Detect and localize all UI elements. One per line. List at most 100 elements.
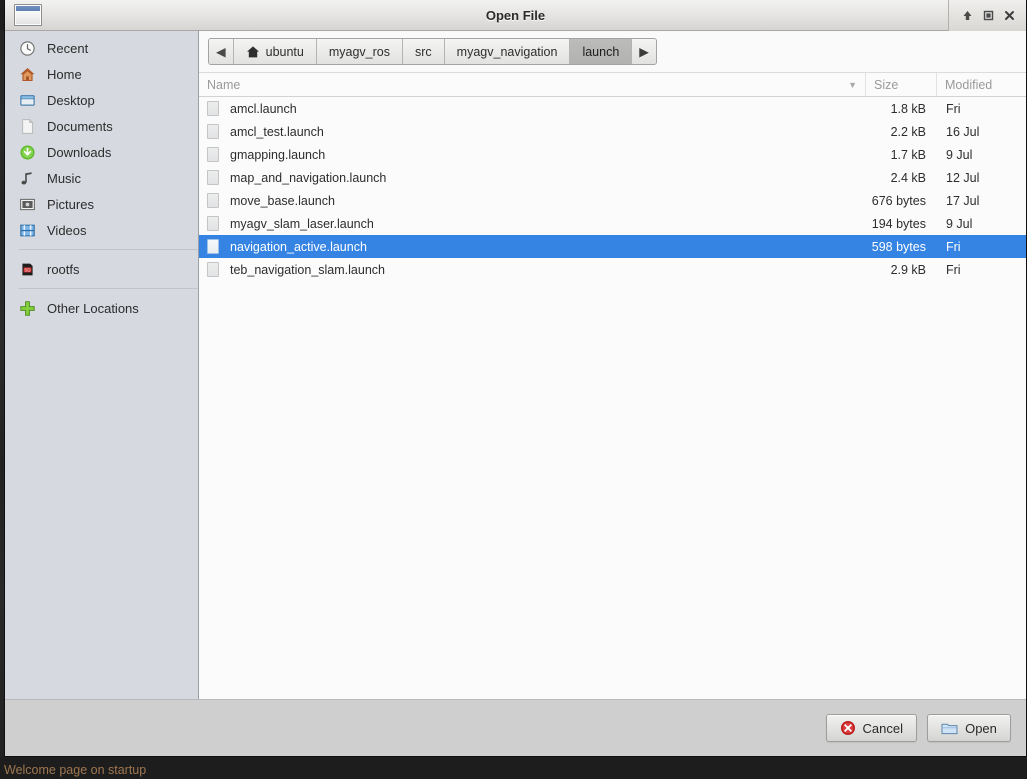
column-header-name[interactable]: Name ▼ bbox=[199, 73, 865, 96]
file-modified-cell: Fri bbox=[946, 101, 961, 116]
file-size-cell: 1.8 kB bbox=[890, 101, 926, 116]
clock-icon bbox=[19, 40, 36, 57]
sidebar-item-rootfs[interactable]: SD rootfs bbox=[5, 256, 198, 282]
video-film-icon bbox=[19, 222, 36, 239]
file-list-header: Name ▼ Size Modified bbox=[199, 72, 1026, 97]
sidebar-item-recent[interactable]: Recent bbox=[5, 35, 198, 61]
folder-icon bbox=[941, 721, 958, 735]
file-icon bbox=[207, 193, 219, 208]
download-icon bbox=[19, 144, 36, 161]
breadcrumb-item-launch[interactable]: launch bbox=[570, 39, 633, 64]
file-name-label: map_and_navigation.launch bbox=[230, 170, 387, 185]
window-icon bbox=[14, 4, 42, 26]
sidebar-item-label: Pictures bbox=[47, 196, 94, 212]
sidebar-item-downloads[interactable]: Downloads bbox=[5, 139, 198, 165]
file-icon bbox=[207, 216, 219, 231]
maximize-button[interactable] bbox=[978, 4, 999, 28]
shade-button[interactable] bbox=[957, 4, 978, 28]
table-row[interactable]: navigation_active.launch 598 bytes Fri bbox=[199, 235, 1026, 258]
background-clipped-label: Welcome page on startup bbox=[4, 763, 147, 777]
file-name-label: amcl.launch bbox=[230, 101, 297, 116]
sidebar-item-pictures[interactable]: Pictures bbox=[5, 191, 198, 217]
column-header-size[interactable]: Size bbox=[865, 73, 936, 96]
breadcrumb: ◀ ubuntu myagv_ros src myagv_navigation … bbox=[208, 38, 657, 65]
svg-text:SD: SD bbox=[24, 267, 30, 272]
table-row[interactable]: gmapping.launch 1.7 kB 9 Jul bbox=[199, 143, 1026, 166]
table-row[interactable]: teb_navigation_slam.launch 2.9 kB Fri bbox=[199, 258, 1026, 281]
sidebar-item-desktop[interactable]: Desktop bbox=[5, 87, 198, 113]
close-button[interactable] bbox=[999, 4, 1020, 28]
sidebar-item-label: Documents bbox=[47, 118, 113, 134]
home-icon bbox=[19, 66, 36, 83]
file-modified-cell: Fri bbox=[946, 262, 961, 277]
open-file-dialog: Open File Recent Home Desktop Documents … bbox=[4, 0, 1027, 757]
file-icon bbox=[207, 101, 219, 116]
file-size-cell: 676 bytes bbox=[871, 193, 926, 208]
file-name-label: move_base.launch bbox=[230, 193, 335, 208]
file-icon bbox=[207, 239, 219, 254]
sidebar-item-music[interactable]: Music bbox=[5, 165, 198, 191]
desktop-icon bbox=[19, 92, 36, 109]
pathbar-container: ◀ ubuntu myagv_ros src myagv_navigation … bbox=[199, 31, 1026, 72]
sidebar-item-label: Music bbox=[47, 170, 81, 186]
pictures-icon bbox=[19, 196, 36, 213]
sd-card-icon: SD bbox=[19, 261, 36, 278]
sidebar-item-label: Home bbox=[47, 66, 82, 82]
breadcrumb-label: src bbox=[415, 44, 432, 59]
sidebar-item-label: Recent bbox=[47, 40, 89, 56]
file-name-label: myagv_slam_laser.launch bbox=[230, 216, 374, 231]
open-button[interactable]: Open bbox=[927, 714, 1011, 742]
breadcrumb-label: myagv_ros bbox=[328, 44, 390, 59]
file-name-label: navigation_active.launch bbox=[230, 239, 367, 254]
column-header-modified-label: Modified bbox=[945, 77, 993, 92]
chevron-left-icon: ◀ bbox=[216, 45, 226, 59]
column-header-modified[interactable]: Modified bbox=[936, 73, 1026, 96]
sidebar-item-other-locations[interactable]: Other Locations bbox=[5, 295, 198, 321]
file-modified-cell: 12 Jul bbox=[946, 170, 980, 185]
breadcrumb-item-ubuntu[interactable]: ubuntu bbox=[233, 39, 317, 64]
file-name-label: gmapping.launch bbox=[230, 147, 326, 162]
breadcrumb-prev-button[interactable]: ◀ bbox=[209, 39, 234, 64]
file-name-cell: myagv_slam_laser.launch bbox=[199, 216, 865, 231]
sidebar-item-documents[interactable]: Documents bbox=[5, 113, 198, 139]
file-size-cell: 2.4 kB bbox=[890, 170, 926, 185]
file-name-cell: amcl.launch bbox=[199, 101, 865, 116]
file-modified-cell: 16 Jul bbox=[946, 124, 980, 139]
sidebar-item-label: Downloads bbox=[47, 144, 112, 160]
file-name-cell: navigation_active.launch bbox=[199, 239, 865, 254]
cancel-button[interactable]: Cancel bbox=[825, 714, 917, 742]
table-row[interactable]: move_base.launch 676 bytes 17 Jul bbox=[199, 189, 1026, 212]
sidebar-item-label: Other Locations bbox=[47, 300, 139, 316]
file-icon bbox=[207, 147, 219, 162]
sidebar-item-videos[interactable]: Videos bbox=[5, 217, 198, 243]
breadcrumb-item-src[interactable]: src bbox=[403, 39, 445, 64]
column-header-name-label: Name bbox=[207, 77, 241, 92]
breadcrumb-item-myagv_navigation[interactable]: myagv_navigation bbox=[444, 39, 571, 64]
file-list[interactable]: amcl.launch 1.8 kB Fri amcl_test.launch 2.2 … bbox=[199, 97, 1026, 699]
file-size-cell: 1.7 kB bbox=[890, 147, 926, 162]
breadcrumb-label: myagv_navigation bbox=[456, 44, 558, 59]
file-browser: ◀ ubuntu myagv_ros src myagv_navigation … bbox=[199, 31, 1026, 699]
table-row[interactable]: amcl_test.launch 2.2 kB 16 Jul bbox=[199, 120, 1026, 143]
table-row[interactable]: map_and_navigation.launch 2.4 kB 12 Jul bbox=[199, 166, 1026, 189]
chevron-right-icon: ▶ bbox=[639, 45, 649, 59]
file-icon bbox=[207, 124, 219, 139]
breadcrumb-next-button[interactable]: ▶ bbox=[632, 39, 656, 64]
file-modified-cell: Fri bbox=[946, 239, 961, 254]
sidebar-item-home[interactable]: Home bbox=[5, 61, 198, 87]
places-sidebar: Recent Home Desktop Documents Downloads … bbox=[5, 31, 199, 699]
table-row[interactable]: amcl.launch 1.8 kB Fri bbox=[199, 97, 1026, 120]
file-size-cell: 598 bytes bbox=[871, 239, 926, 254]
file-name-cell: amcl_test.launch bbox=[199, 124, 865, 139]
cancel-circle-icon bbox=[840, 720, 856, 736]
breadcrumb-label: launch bbox=[582, 44, 620, 59]
file-name-cell: teb_navigation_slam.launch bbox=[199, 262, 865, 277]
breadcrumb-item-myagv_ros[interactable]: myagv_ros bbox=[316, 39, 403, 64]
titlebar[interactable]: Open File bbox=[5, 0, 1026, 31]
table-row[interactable]: myagv_slam_laser.launch 194 bytes 9 Jul bbox=[199, 212, 1026, 235]
dialog-body: Recent Home Desktop Documents Downloads … bbox=[5, 31, 1026, 699]
window-title: Open File bbox=[485, 7, 546, 23]
file-size-cell: 2.9 kB bbox=[890, 262, 926, 277]
file-modified-cell: 17 Jul bbox=[946, 193, 980, 208]
open-button-label: Open bbox=[965, 720, 997, 736]
